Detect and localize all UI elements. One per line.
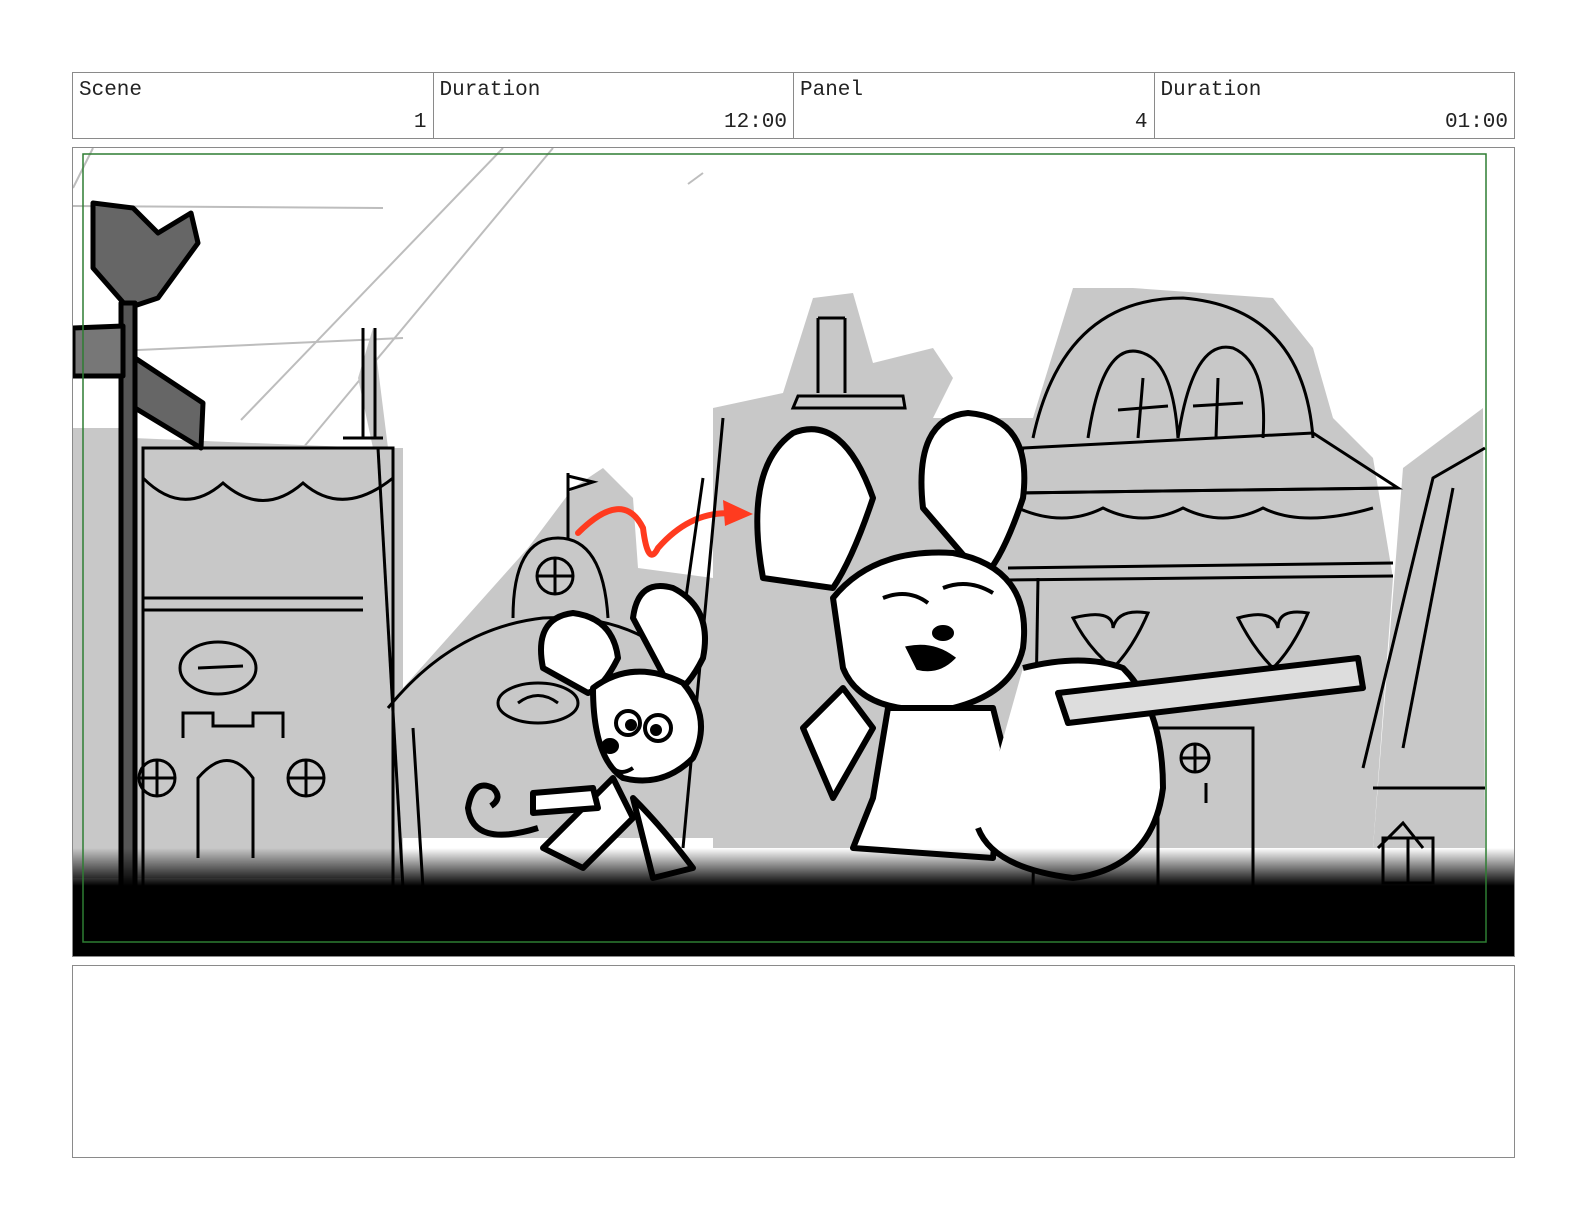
floor-fade <box>73 848 1514 956</box>
scene-duration-value: 12:00 <box>723 111 787 134</box>
storyboard-sketch <box>73 148 1514 956</box>
scene-label: Scene <box>79 79 143 102</box>
scene-number: 1 <box>413 111 427 134</box>
panel-cell: Panel 4 <box>794 73 1155 138</box>
panel-duration-cell: Duration 01:00 <box>1155 73 1515 138</box>
panel-notes-box[interactable] <box>72 965 1515 1158</box>
storyboard-header: Scene 1 Duration 12:00 Panel 4 Duration … <box>72 72 1515 139</box>
panel-label: Panel <box>800 79 864 102</box>
scene-cell: Scene 1 <box>73 73 434 138</box>
panel-number: 4 <box>1134 111 1148 134</box>
panel-duration-label: Duration <box>1160 79 1262 102</box>
scene-duration-cell: Duration 12:00 <box>434 73 794 138</box>
storyboard-panel-frame <box>72 147 1515 957</box>
scene-duration-label: Duration <box>439 79 541 102</box>
panel-duration-value: 01:00 <box>1444 111 1508 134</box>
